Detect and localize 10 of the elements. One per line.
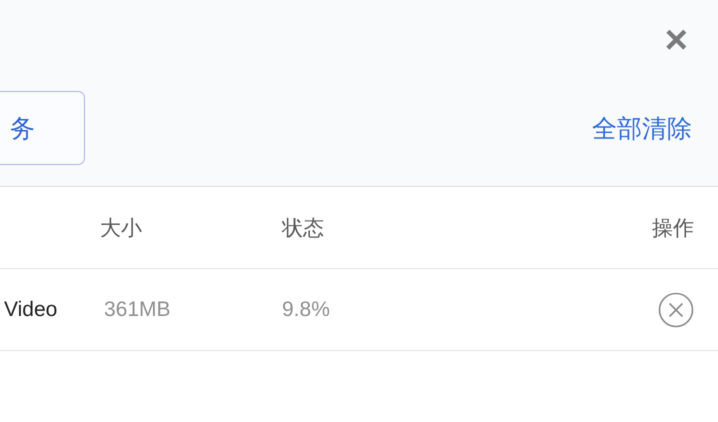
- table-cell-text: Video: [3, 298, 58, 322]
- table-cell-text: 9.8%: [282, 298, 331, 322]
- column-header: 大小: [100, 214, 143, 242]
- task-button[interactable]: 务: [0, 91, 85, 165]
- clear-all-link[interactable]: 全部清除: [592, 112, 692, 144]
- table-cell-text: 361MB: [103, 298, 172, 322]
- column-header: 状态: [282, 214, 325, 242]
- column-header: 操作: [652, 214, 694, 242]
- cancel-icon[interactable]: [658, 292, 694, 328]
- close-button[interactable]: ×: [664, 20, 688, 60]
